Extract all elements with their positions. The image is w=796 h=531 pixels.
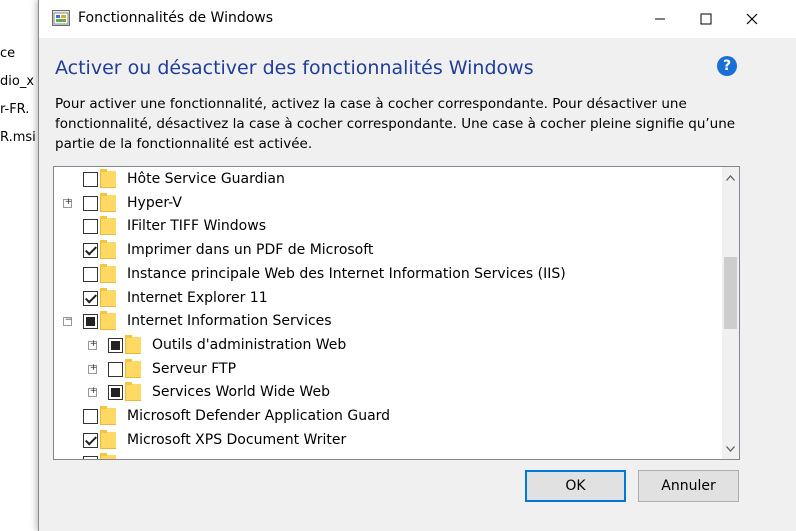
title-bar[interactable]: Fonctionnalités de Windows	[39, 0, 796, 38]
feature-checkbox[interactable]	[83, 290, 98, 306]
feature-row[interactable]: − Internet Information Services	[54, 310, 719, 334]
close-button[interactable]	[729, 0, 775, 38]
collapse-icon[interactable]: −	[63, 315, 72, 327]
feature-row[interactable]: Hôte Service Guardian	[54, 168, 719, 192]
help-icon[interactable]: ?	[717, 56, 737, 76]
expand-icon[interactable]: +	[63, 197, 72, 208]
maximize-button[interactable]	[683, 0, 729, 38]
feature-row[interactable]: + Serveur FTP	[54, 358, 719, 382]
windows-features-app-icon	[52, 10, 70, 26]
folder-icon	[100, 169, 116, 188]
folder-icon	[100, 287, 116, 307]
feature-label: Microsoft Defender Application Guard	[127, 408, 391, 424]
folder-icon	[100, 453, 116, 459]
feature-label: Hyper-V	[127, 194, 182, 211]
maximize-icon	[700, 13, 712, 25]
folder-icon	[100, 406, 116, 425]
cancel-button[interactable]: Annuler	[638, 470, 739, 502]
feature-label: Microsoft XPS Document Writer	[127, 431, 347, 448]
scrollbar-thumb[interactable]	[724, 257, 737, 329]
feature-row[interactable]: + Services World Wide Web	[54, 381, 719, 405]
expand-icon[interactable]: +	[88, 363, 97, 374]
feature-row[interactable]: + Hyper-V	[54, 192, 719, 216]
feature-row-partial	[54, 452, 719, 459]
folder-icon	[125, 382, 141, 402]
feature-row[interactable]: Instance principale Web des Internet Inf…	[54, 263, 719, 287]
feature-label: Instance principale Web des Internet Inf…	[127, 265, 566, 282]
feature-row[interactable]: Internet Explorer 11	[54, 287, 719, 311]
folder-icon	[125, 358, 141, 378]
feature-row[interactable]: Microsoft XPS Document Writer	[54, 429, 719, 453]
background-file-item: dio_x	[0, 74, 35, 89]
feature-checkbox[interactable]	[108, 385, 123, 401]
folder-icon	[100, 192, 116, 212]
feature-checkbox[interactable]	[83, 266, 98, 282]
feature-checkbox[interactable]	[83, 314, 98, 330]
folder-icon	[100, 311, 116, 331]
page-title: Activer ou désactiver des fonctionnalité…	[55, 57, 534, 79]
background-explorer: ce dio_x r-FR. R.msi	[0, 0, 40, 531]
feature-label: Internet Explorer 11	[127, 289, 268, 306]
feature-label: Outils d'administration Web	[152, 336, 347, 353]
scroll-up-icon[interactable]	[722, 169, 739, 186]
folder-icon	[100, 263, 116, 283]
windows-features-dialog: Fonctionnalités de Windows Activer ou dé…	[38, 0, 796, 531]
close-icon	[746, 13, 758, 25]
minimize-icon	[655, 18, 665, 20]
feature-row[interactable]: + Outils d'administration Web	[54, 334, 719, 358]
instructions-text: Pour activer une fonctionnalité, activez…	[55, 96, 736, 152]
feature-checkbox[interactable]	[108, 361, 123, 377]
background-file-item: R.msi	[0, 130, 36, 145]
background-file-item: ce	[0, 46, 16, 61]
feature-row[interactable]: IFilter TIFF Windows	[54, 215, 719, 239]
feature-checkbox[interactable]	[83, 243, 98, 259]
feature-label: Hôte Service Guardian	[127, 171, 285, 187]
features-tree[interactable]: Hôte Service Guardian + Hyper-V IFilter TIF…	[53, 166, 740, 460]
feature-checkbox[interactable]	[83, 195, 98, 211]
feature-checkbox[interactable]	[83, 409, 98, 424]
feature-checkbox[interactable]	[83, 219, 98, 235]
feature-label: Serveur FTP	[152, 360, 237, 377]
folder-icon	[100, 216, 116, 236]
minimize-button[interactable]	[637, 0, 683, 38]
background-file-item: r-FR.	[0, 102, 30, 117]
expand-icon[interactable]: +	[88, 386, 97, 398]
scroll-down-icon[interactable]	[722, 440, 739, 457]
folder-icon	[100, 240, 116, 260]
folder-icon	[100, 429, 116, 449]
vertical-scrollbar[interactable]	[722, 167, 739, 459]
feature-label: Services World Wide Web	[152, 384, 330, 401]
folder-icon	[125, 334, 141, 354]
feature-checkbox[interactable]	[83, 432, 98, 448]
feature-row[interactable]: Microsoft Defender Application Guard	[54, 405, 719, 429]
feature-row[interactable]: Imprimer dans un PDF de Microsoft	[54, 239, 719, 263]
feature-label: IFilter TIFF Windows	[127, 218, 266, 235]
ok-button[interactable]: OK	[525, 470, 626, 502]
feature-checkbox[interactable]	[108, 337, 123, 353]
feature-label: Internet Information Services	[127, 313, 332, 330]
window-title: Fonctionnalités de Windows	[78, 10, 274, 26]
feature-checkbox	[83, 456, 98, 459]
feature-label: Imprimer dans un PDF de Microsoft	[127, 242, 374, 259]
expand-icon[interactable]: +	[88, 339, 97, 350]
feature-checkbox[interactable]	[83, 172, 98, 187]
